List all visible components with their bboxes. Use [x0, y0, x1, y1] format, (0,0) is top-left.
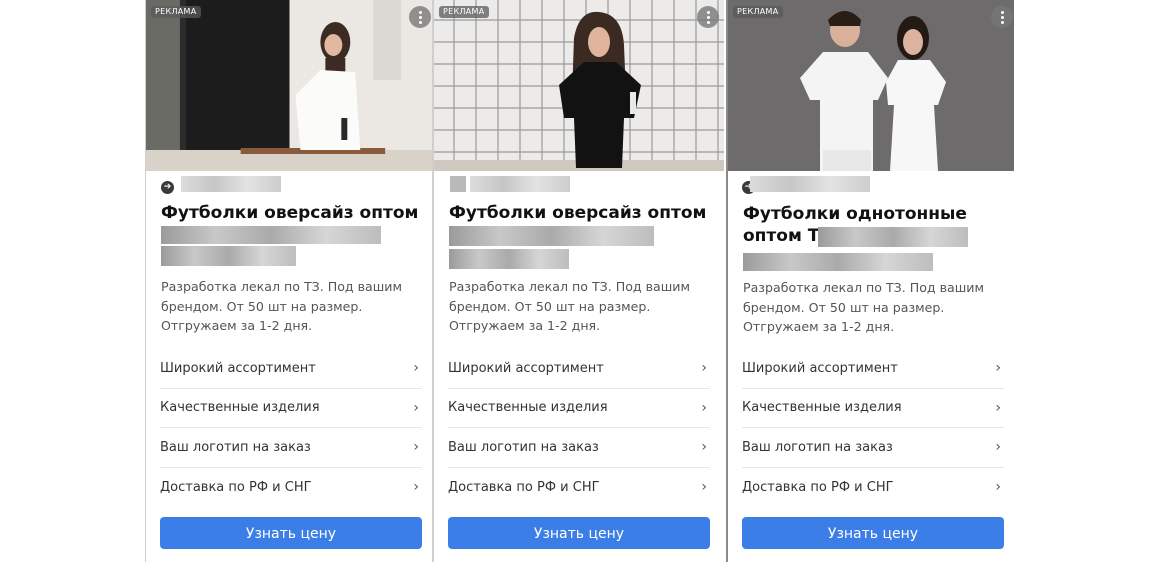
- sitelink[interactable]: Качественные изделия ›: [160, 389, 422, 428]
- get-price-button[interactable]: Узнать цену: [160, 517, 422, 549]
- chevron-right-icon: ›: [995, 399, 1001, 416]
- more-vertical-icon: [418, 10, 422, 24]
- sitelink[interactable]: Доставка по РФ и СНГ ›: [448, 468, 710, 508]
- more-vertical-icon: [1000, 10, 1004, 24]
- sitelinks-list: Широкий ассортимент › Качественные издели…: [742, 349, 1004, 507]
- product-photo-image: [728, 0, 1014, 171]
- chevron-right-icon: ›: [701, 399, 707, 416]
- sitelink[interactable]: Широкий ассортимент ›: [742, 349, 1004, 389]
- chevron-right-icon: ›: [413, 439, 419, 456]
- ad-description: Разработка лекал по ТЗ. Под вашим брендо…: [161, 279, 402, 333]
- ad-description: Разработка лекал по ТЗ. Под вашим брендо…: [743, 280, 984, 334]
- arrow-right-circle-icon: ➔: [161, 181, 174, 194]
- ad-card-2[interactable]: РЕКЛАМА Футболки оверсайз оптом Разработ…: [434, 0, 724, 562]
- blurred-domain: [750, 176, 870, 192]
- ad-badge: РЕКЛАМА: [439, 6, 489, 18]
- chevron-right-icon: ›: [995, 439, 1001, 456]
- blurred-subtitle: [449, 226, 654, 246]
- ad-photo[interactable]: [434, 0, 724, 171]
- get-price-button[interactable]: Узнать цену: [448, 517, 710, 549]
- ad-title[interactable]: Футболки оверсайз оптом: [449, 202, 706, 224]
- ad-card-1[interactable]: РЕКЛАМА ➔ Футболки оверсайз оптом Разраб…: [145, 0, 434, 562]
- sitelink-label: Ваш логотип на заказ: [160, 439, 311, 455]
- more-vertical-icon: [706, 10, 710, 24]
- sitelink-label: Качественные изделия: [160, 400, 320, 416]
- chevron-right-icon: ›: [701, 360, 707, 377]
- chevron-right-icon: ›: [701, 439, 707, 456]
- more-options-button[interactable]: [991, 6, 1013, 28]
- more-options-button[interactable]: [697, 6, 719, 28]
- sitelink[interactable]: Широкий ассортимент ›: [448, 349, 710, 389]
- chevron-right-icon: ›: [995, 479, 1001, 496]
- sitelink-label: Ваш логотип на заказ: [742, 439, 893, 455]
- sitelink-label: Доставка по РФ и СНГ: [448, 479, 600, 495]
- sitelink[interactable]: Ваш логотип на заказ ›: [160, 428, 422, 468]
- chevron-right-icon: ›: [413, 479, 419, 496]
- ad-photo[interactable]: [146, 0, 434, 171]
- sitelink-label: Ваш логотип на заказ: [448, 439, 599, 455]
- sitelink-label: Доставка по РФ и СНГ: [160, 479, 312, 495]
- ad-description: Разработка лекал по ТЗ. Под вашим брендо…: [449, 279, 690, 333]
- sitelink-label: Качественные изделия: [448, 400, 608, 416]
- ad-badge: РЕКЛАМА: [733, 6, 783, 18]
- blurred-subtitle: [743, 253, 933, 271]
- blurred-subtitle: [161, 246, 296, 266]
- sitelink-label: Широкий ассортимент: [160, 360, 316, 376]
- ad-title[interactable]: Футболки оверсайз оптом: [161, 202, 418, 224]
- sitelink[interactable]: Качественные изделия ›: [742, 389, 1004, 428]
- more-options-button[interactable]: [409, 6, 431, 28]
- sitelink-label: Качественные изделия: [742, 400, 902, 416]
- sitelink[interactable]: Доставка по РФ и СНГ ›: [160, 468, 422, 508]
- chevron-right-icon: ›: [701, 479, 707, 496]
- sitelink[interactable]: Ваш логотип на заказ ›: [742, 428, 1004, 468]
- chevron-right-icon: ›: [413, 360, 419, 377]
- sitelink-label: Широкий ассортимент: [742, 360, 898, 376]
- sitelink-label: Широкий ассортимент: [448, 360, 604, 376]
- ad-photo[interactable]: [728, 0, 1014, 171]
- blurred-subtitle: [161, 226, 381, 244]
- sitelink[interactable]: Ваш логотип на заказ ›: [448, 428, 710, 468]
- product-photo-image: [146, 0, 434, 171]
- sitelink[interactable]: Доставка по РФ и СНГ ›: [742, 468, 1004, 508]
- sitelink-label: Доставка по РФ и СНГ: [742, 479, 894, 495]
- sitelinks-list: Широкий ассортимент › Качественные издели…: [448, 349, 710, 507]
- blurred-subtitle: [449, 249, 569, 269]
- blurred-domain: [181, 176, 281, 192]
- blurred-favicon: [450, 176, 466, 192]
- chevron-right-icon: ›: [995, 360, 1001, 377]
- sitelinks-list: Широкий ассортимент › Качественные издели…: [160, 349, 422, 507]
- sitelink[interactable]: Широкий ассортимент ›: [160, 349, 422, 389]
- blurred-domain: [470, 176, 570, 192]
- blurred-subtitle: [818, 227, 968, 247]
- ad-badge: РЕКЛАМА: [151, 6, 201, 18]
- product-photo-image: [434, 0, 724, 171]
- sitelink[interactable]: Качественные изделия ›: [448, 389, 710, 428]
- get-price-button[interactable]: Узнать цену: [742, 517, 1004, 549]
- chevron-right-icon: ›: [413, 399, 419, 416]
- ad-card-3[interactable]: РЕКЛАМА ➔ Футболки однотонные оптом Т Ра…: [726, 0, 1014, 562]
